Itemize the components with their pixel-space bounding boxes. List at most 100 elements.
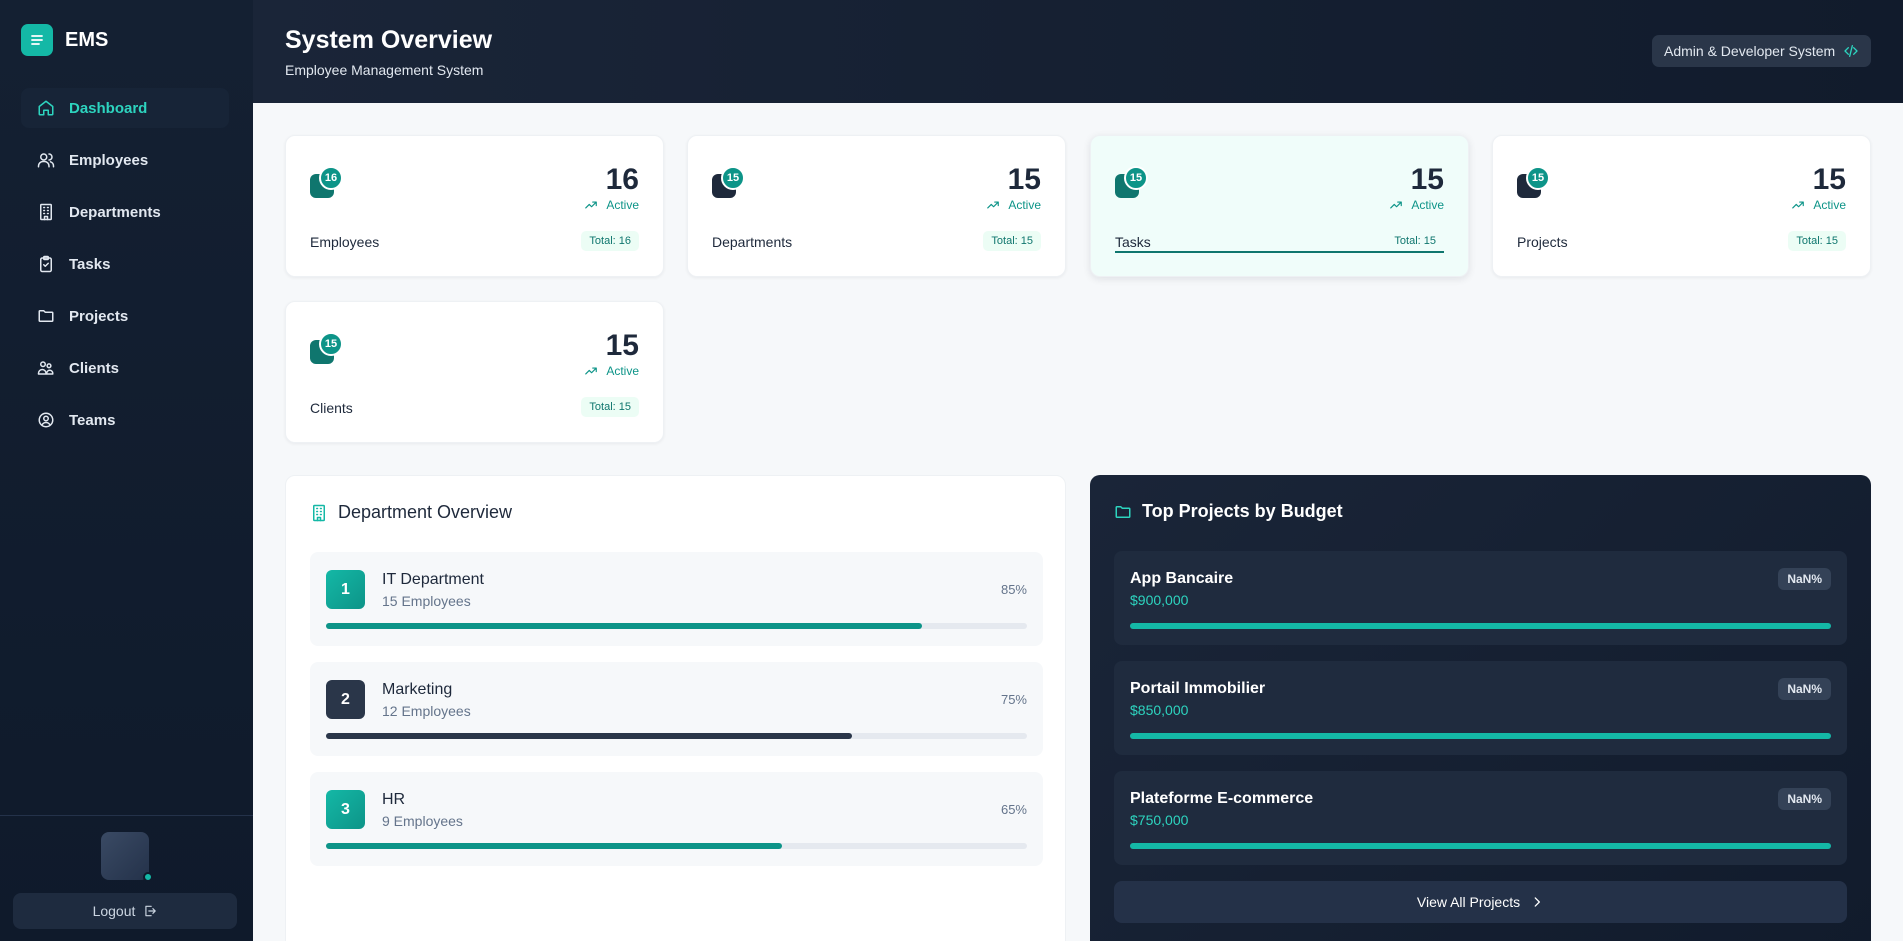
trending-up-icon bbox=[585, 201, 598, 209]
clipboard-icon bbox=[40, 255, 52, 273]
sidebar-item-teams[interactable]: Teams bbox=[21, 400, 229, 440]
stat-total-badge: Total: 15 bbox=[983, 231, 1041, 251]
brand-name: EMS bbox=[65, 28, 109, 51]
folder-icon bbox=[1115, 505, 1131, 518]
sidebar-item-label: Teams bbox=[69, 411, 116, 429]
avatar[interactable] bbox=[101, 832, 153, 882]
sidebar-item-employees[interactable]: Employees bbox=[21, 140, 229, 180]
employee-count: 15 Employees bbox=[382, 593, 471, 609]
stat-status: Active bbox=[584, 198, 639, 212]
system-badge[interactable]: Admin & Developer System bbox=[1652, 35, 1872, 67]
progress-fill bbox=[1130, 843, 1831, 849]
stat-label: Employees bbox=[310, 234, 380, 250]
sidebar-item-clients[interactable]: Clients bbox=[21, 348, 229, 388]
home-icon bbox=[38, 100, 54, 116]
building-icon bbox=[40, 203, 52, 221]
stat-card-clients[interactable]: 15 15 Active Clients Total: 15 bbox=[285, 301, 664, 443]
stat-label: Clients bbox=[310, 400, 353, 416]
stat-label: Departments bbox=[712, 234, 793, 250]
online-status-dot bbox=[143, 872, 153, 882]
stat-label: Projects bbox=[1517, 234, 1568, 250]
trending-up-icon bbox=[585, 367, 598, 375]
percent-label: 65% bbox=[1000, 802, 1027, 817]
stat-card-departments[interactable]: 15 15 Active Departments Total: 15 bbox=[687, 135, 1066, 277]
team-icon bbox=[38, 412, 54, 428]
count-badge: 15 bbox=[319, 332, 343, 356]
sidebar-item-label: Clients bbox=[69, 359, 120, 377]
logout-icon bbox=[145, 905, 157, 917]
building-icon bbox=[313, 504, 325, 521]
users-icon bbox=[37, 153, 55, 168]
stat-value: 15 bbox=[1812, 163, 1846, 196]
project-name: Portail Immobilier bbox=[1130, 680, 1266, 697]
trending-up-icon bbox=[987, 201, 1000, 209]
count-badge: 15 bbox=[1124, 166, 1148, 190]
progress-fill bbox=[1130, 623, 1831, 629]
sidebar-item-label: Projects bbox=[69, 307, 129, 325]
progress-track bbox=[326, 733, 1027, 739]
project-row[interactable]: App Bancaire $900,000 NaN% bbox=[1114, 551, 1847, 645]
progress-track bbox=[326, 623, 1027, 629]
percent-label: 85% bbox=[1000, 582, 1027, 597]
code-icon bbox=[1844, 45, 1858, 57]
rank-badge: 1 bbox=[326, 570, 365, 609]
page-header: System Overview Employee Management Syst… bbox=[253, 0, 1903, 103]
sidebar-item-projects[interactable]: Projects bbox=[21, 296, 229, 336]
stat-total-badge: Total: 15 bbox=[1788, 231, 1846, 251]
stat-status: Active bbox=[1791, 198, 1846, 212]
count-badge: 15 bbox=[721, 166, 745, 190]
project-row[interactable]: Plateforme E-commerce $750,000 NaN% bbox=[1114, 771, 1847, 865]
stat-value: 15 bbox=[605, 329, 639, 362]
stat-status: Active bbox=[584, 364, 639, 378]
project-row[interactable]: Portail Immobilier $850,000 NaN% bbox=[1114, 661, 1847, 755]
sidebar-item-label: Tasks bbox=[69, 255, 111, 273]
progress-track bbox=[1130, 843, 1831, 849]
count-badge: 16 bbox=[319, 166, 343, 190]
top-projects-panel: Top Projects by Budget App Bancaire $900… bbox=[1090, 475, 1871, 941]
menu-icon[interactable] bbox=[21, 24, 53, 56]
progress-fill bbox=[326, 843, 782, 849]
view-all-projects-button[interactable]: View All Projects bbox=[1114, 881, 1847, 923]
stat-label: Tasks bbox=[1115, 234, 1151, 250]
department-name: HR bbox=[382, 791, 406, 808]
sidebar-item-dashboard[interactable]: Dashboard bbox=[21, 88, 229, 128]
panel-title: Department Overview bbox=[310, 502, 512, 523]
employee-count: 12 Employees bbox=[382, 703, 471, 719]
progress-track bbox=[1130, 623, 1831, 629]
rank-badge: 2 bbox=[326, 680, 365, 719]
project-budget: $900,000 bbox=[1130, 592, 1189, 608]
project-budget: $750,000 bbox=[1130, 812, 1189, 828]
stat-value: 16 bbox=[605, 163, 639, 196]
stat-card-tasks[interactable]: 15 15 Active Tasks Total: 15 bbox=[1090, 135, 1469, 277]
chevron-right-icon bbox=[1534, 897, 1541, 907]
stat-card-employees[interactable]: 16 16 Active Employees Total: 16 bbox=[285, 135, 664, 277]
department-name: Marketing bbox=[382, 681, 453, 698]
sidebar-item-departments[interactable]: Departments bbox=[21, 192, 229, 232]
department-row[interactable]: 1 IT Department 15 Employees 85% bbox=[310, 552, 1043, 646]
stat-value: 15 bbox=[1007, 163, 1041, 196]
sidebar-footer: Logout bbox=[0, 815, 253, 941]
trending-up-icon bbox=[1792, 201, 1805, 209]
department-overview-panel: Department Overview 1 IT Department 15 E… bbox=[285, 475, 1066, 941]
stat-value: 15 bbox=[1410, 163, 1444, 196]
department-name: IT Department bbox=[382, 571, 484, 588]
stat-card-projects[interactable]: 15 15 Active Projects Total: 15 bbox=[1492, 135, 1871, 277]
logout-button[interactable]: Logout bbox=[13, 893, 237, 929]
progress-fill bbox=[326, 623, 922, 629]
percent-badge: NaN% bbox=[1778, 678, 1831, 700]
department-row[interactable]: 3 HR 9 Employees 65% bbox=[310, 772, 1043, 866]
clients-icon bbox=[37, 361, 54, 375]
stat-total-badge: Total: 15 bbox=[1394, 235, 1436, 247]
system-badge-label: Admin & Developer System bbox=[1664, 43, 1836, 59]
sidebar-item-label: Dashboard bbox=[69, 99, 148, 117]
view-all-label: View All Projects bbox=[1416, 894, 1521, 910]
progress-fill bbox=[1130, 733, 1831, 739]
hover-underline bbox=[1115, 251, 1444, 253]
brand[interactable]: EMS bbox=[21, 24, 108, 56]
sidebar-nav: Dashboard Employees Departments Tasks Pr… bbox=[21, 88, 229, 452]
rank-badge: 3 bbox=[326, 790, 365, 829]
sidebar-item-tasks[interactable]: Tasks bbox=[21, 244, 229, 284]
department-row[interactable]: 2 Marketing 12 Employees 75% bbox=[310, 662, 1043, 756]
project-name: App Bancaire bbox=[1130, 570, 1234, 587]
project-name: Plateforme E-commerce bbox=[1130, 790, 1314, 807]
